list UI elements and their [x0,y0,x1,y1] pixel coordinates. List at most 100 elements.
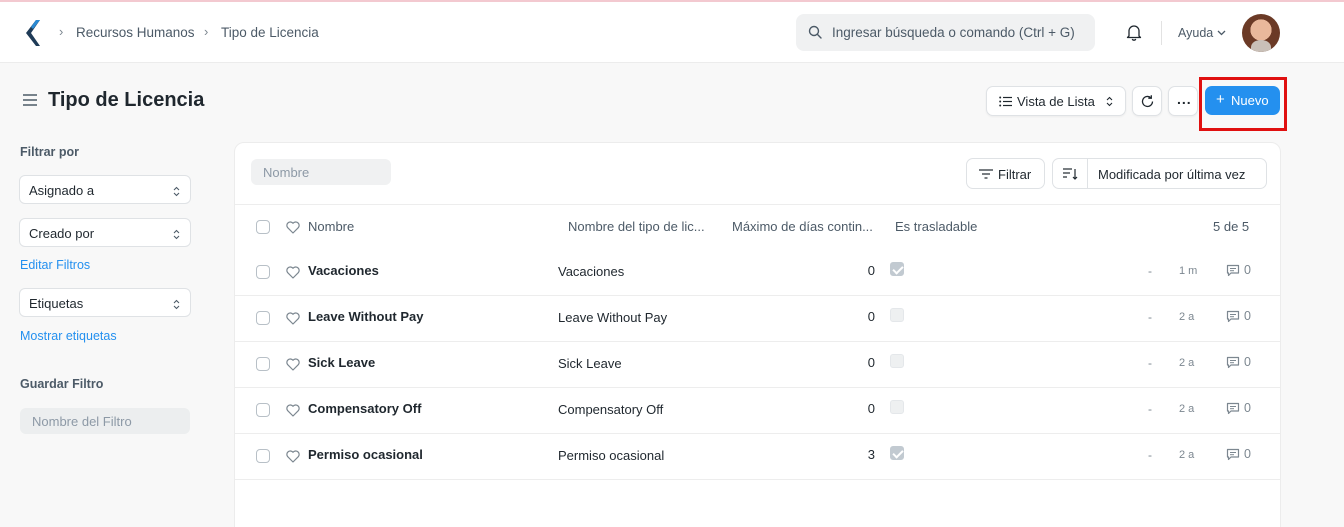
app-logo-icon[interactable] [22,18,42,48]
row-comment-count: 0 [1244,401,1251,415]
table-row[interactable]: Compensatory Off Compensatory Off 0 - 2 … [235,387,1280,433]
row-max-days: 3 [867,447,875,462]
sort-order-icon[interactable] [1063,168,1078,180]
search-icon [808,25,822,39]
column-header-carry-forward[interactable]: Es trasladable [895,219,977,234]
navbar-divider [1161,21,1162,45]
carry-forward-checkbox [890,400,904,414]
filter-button[interactable]: Filtrar [966,158,1045,189]
refresh-button[interactable] [1132,86,1162,116]
row-comment-count: 0 [1244,309,1251,323]
breadcrumb-chevron-icon: › [204,24,209,39]
row-checkbox[interactable] [256,449,270,463]
row-type-name: Compensatory Off [558,402,664,417]
view-button-label: Vista de Lista [1017,94,1095,109]
heart-icon[interactable] [286,358,300,371]
heart-icon[interactable] [286,404,300,417]
search-placeholder: Ingresar búsqueda o comando (Ctrl + G) [832,25,1075,40]
toolbar-divider [235,204,1280,205]
filter-name-placeholder: Nombre del Filtro [32,414,132,429]
row-type-name: Vacaciones [558,264,625,279]
table-row[interactable]: Sick Leave Sick Leave 0 - 2 a 0 [235,341,1280,387]
breadcrumb-tipo-de-licencia[interactable]: Tipo de Licencia [221,25,319,40]
row-checkbox[interactable] [256,357,270,371]
comment-icon [1226,402,1240,415]
table-row[interactable]: Leave Without Pay Leave Without Pay 0 - … [235,295,1280,341]
breadcrumb-chevron-icon: › [59,24,64,39]
select-arrows-icon [173,229,180,240]
sort-label: Modificada por última vez [1098,167,1246,182]
row-max-days: 0 [867,263,875,278]
name-filter-input[interactable]: Nombre [251,159,391,185]
table-row[interactable]: Permiso ocasional Permiso ocasional 3 - … [235,433,1280,479]
row-name[interactable]: Compensatory Off [308,401,421,416]
edit-filters-link[interactable]: Editar Filtros [20,258,90,272]
select-arrows-icon [173,299,180,310]
navbar: › Recursos Humanos › Tipo de Licencia In… [0,2,1344,63]
new-button-label: Nuevo [1231,93,1269,108]
show-tags-link[interactable]: Mostrar etiquetas [20,329,117,343]
sidebar-toggle-icon[interactable] [22,93,38,107]
assigned-to-select[interactable]: Asignado a [19,175,191,204]
row-checkbox[interactable] [256,265,270,279]
select-all-checkbox[interactable] [256,220,270,234]
assigned-to-label: Asignado a [29,183,95,198]
list-icon [999,96,1012,107]
list-card: Nombre Filtrar Modificada por última vez… [234,142,1281,527]
sort-button[interactable]: Modificada por última vez [1052,158,1267,189]
heart-icon[interactable] [286,266,300,279]
tags-select[interactable]: Etiquetas [19,288,191,317]
sort-divider [1087,159,1088,188]
row-name[interactable]: Permiso ocasional [308,447,423,462]
tags-label: Etiquetas [29,296,84,311]
row-comment-count: 0 [1244,263,1251,277]
carry-forward-checkbox [890,308,904,322]
row-checkbox[interactable] [256,311,270,325]
column-header-max-days[interactable]: Máximo de días contin... [732,219,873,234]
row-dash: - [1148,402,1152,416]
filter-by-heading: Filtrar por [20,145,80,159]
row-dash: - [1148,264,1152,278]
search-input[interactable]: Ingresar búsqueda o comando (Ctrl + G) [796,14,1095,51]
carry-forward-checkbox [890,262,904,276]
column-header-name[interactable]: Nombre [308,219,354,234]
row-divider [235,479,1280,480]
row-dash: - [1148,310,1152,324]
select-arrows-icon [1106,96,1113,107]
row-dash: - [1148,448,1152,462]
filter-name-input[interactable]: Nombre del Filtro [20,408,190,434]
row-name[interactable]: Sick Leave [308,355,375,370]
more-actions-button[interactable]: ... [1168,86,1198,116]
row-max-days: 0 [867,355,875,370]
record-count: 5 de 5 [1213,219,1250,234]
column-header-type-name[interactable]: Nombre del tipo de lic... [568,219,705,234]
row-name[interactable]: Vacaciones [308,263,379,278]
list-view-button[interactable]: Vista de Lista [986,86,1126,116]
help-menu[interactable]: Ayuda [1178,26,1213,40]
heart-icon[interactable] [286,221,300,234]
more-actions-label: ... [1177,91,1192,107]
row-name[interactable]: Leave Without Pay [308,309,423,324]
carry-forward-checkbox [890,354,904,368]
row-comment-count: 0 [1244,447,1251,461]
created-by-select[interactable]: Creado por [19,218,191,247]
row-modified: 1 m [1179,265,1198,277]
row-checkbox[interactable] [256,403,270,417]
new-button[interactable]: + Nuevo [1205,86,1280,115]
row-comment-count: 0 [1244,355,1251,369]
row-type-name: Leave Without Pay [558,310,668,325]
chevron-down-icon[interactable] [1217,30,1226,36]
comment-icon [1226,264,1240,277]
user-avatar[interactable] [1242,14,1280,52]
select-arrows-icon [173,186,180,197]
heart-icon[interactable] [286,450,300,463]
comment-icon [1226,448,1240,461]
comment-icon [1226,356,1240,369]
notification-bell-icon[interactable] [1126,24,1142,41]
name-filter-placeholder: Nombre [263,165,310,180]
table-row[interactable]: Vacaciones Vacaciones 0 - 1 m 0 [235,249,1280,295]
heart-icon[interactable] [286,312,300,325]
breadcrumb-recursos-humanos[interactable]: Recursos Humanos [76,25,195,40]
row-modified: 2 a [1179,403,1195,415]
created-by-label: Creado por [29,226,95,241]
